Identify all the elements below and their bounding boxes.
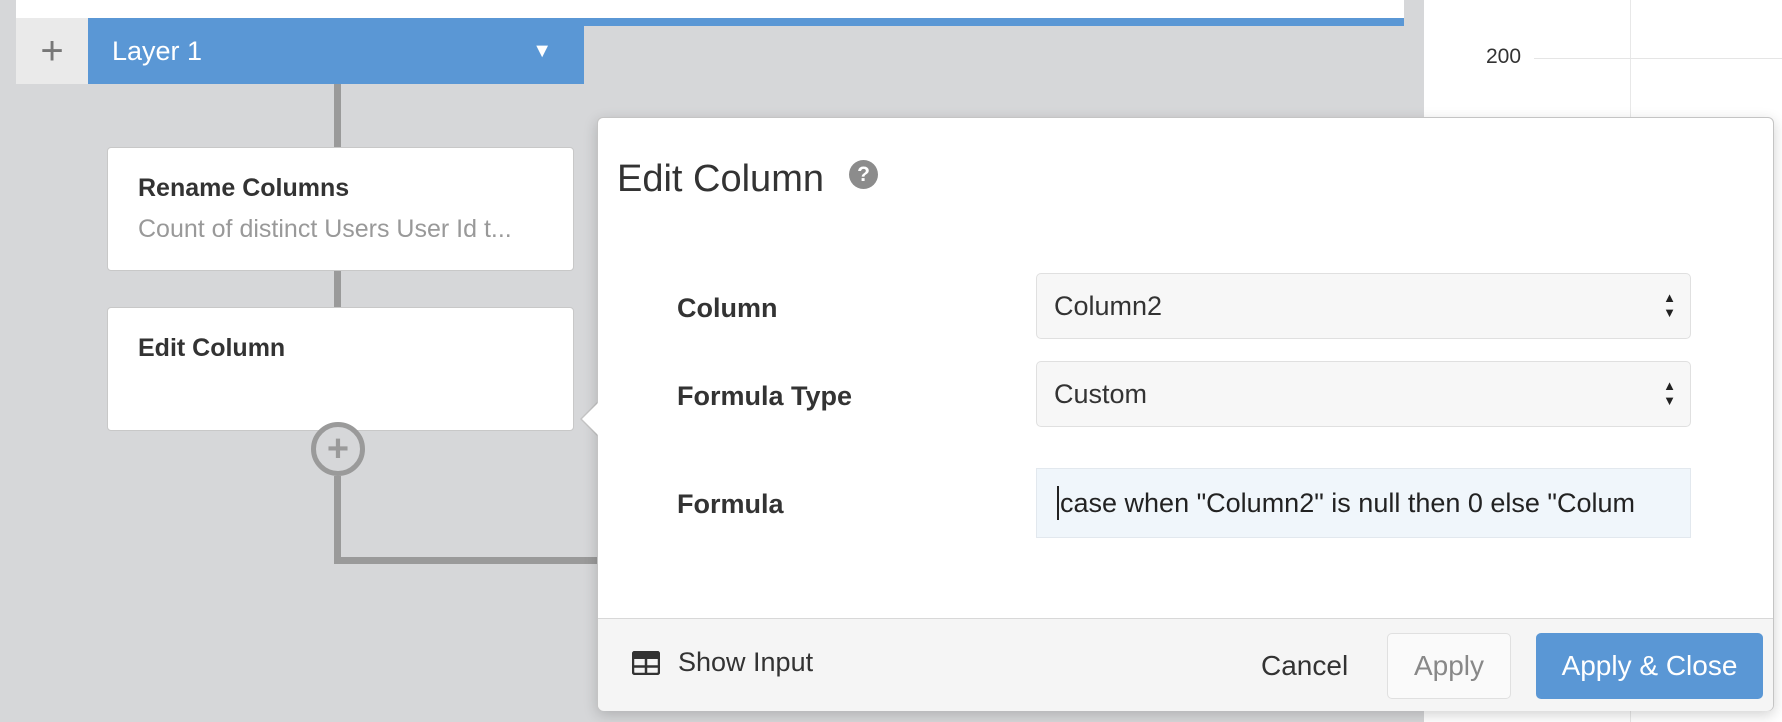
column-select[interactable]: Column2 ▲ ▼	[1036, 273, 1691, 339]
show-input-button[interactable]: Show Input	[632, 647, 813, 678]
select-arrows-icon: ▲ ▼	[1663, 378, 1676, 408]
chart-gridline	[1534, 58, 1782, 59]
step-edit-column[interactable]: Edit Column	[107, 307, 574, 431]
connector-line	[334, 84, 341, 147]
plus-icon: +	[40, 28, 64, 73]
select-arrows-icon: ▲ ▼	[1663, 290, 1676, 320]
step-title: Rename Columns	[138, 174, 350, 202]
formula-label: Formula	[677, 489, 784, 519]
table-icon	[632, 650, 660, 675]
layer-tab[interactable]: + Layer 1 ▼	[16, 18, 584, 84]
step-description: Count of distinct Users User Id t...	[138, 215, 512, 243]
popover-title: Edit Column	[617, 158, 824, 200]
connector-line	[334, 557, 600, 564]
text-caret	[1057, 486, 1059, 520]
step-title: Edit Column	[138, 334, 286, 362]
layer-selector[interactable]: Layer 1 ▼	[88, 18, 584, 84]
show-input-label: Show Input	[678, 647, 814, 677]
formula-input-value: case when "Column2" is null then 0 else …	[1060, 487, 1636, 518]
app-canvas: 200 + Layer 1 ▼ Rename Columns Count of …	[0, 0, 1782, 722]
apply-button[interactable]: Apply	[1387, 633, 1511, 699]
formula-type-label: Formula Type	[677, 381, 853, 411]
add-circle-icon: +	[326, 428, 350, 470]
apply-and-close-button[interactable]: Apply & Close	[1536, 633, 1763, 699]
layer-name-label: Layer 1	[112, 35, 203, 66]
formula-type-select[interactable]: Custom ▲ ▼	[1036, 361, 1691, 427]
popover-footer: Show Input Cancel Apply Apply & Close	[598, 618, 1773, 711]
caret-down-icon[interactable]: ▼	[532, 40, 552, 63]
connector-line	[334, 270, 341, 308]
column-label: Column	[677, 293, 778, 323]
connector-line	[334, 476, 341, 564]
add-step-button[interactable]: +	[311, 422, 365, 476]
chart-y-tick-label: 200	[1486, 45, 1522, 68]
formula-type-select-value: Custom	[1054, 378, 1148, 409]
step-rename-columns[interactable]: Rename Columns Count of distinct Users U…	[107, 147, 574, 271]
formula-input[interactable]: case when "Column2" is null then 0 else …	[1036, 468, 1691, 538]
column-select-value: Column2	[1054, 290, 1163, 321]
add-layer-button[interactable]: +	[16, 18, 88, 84]
popover-arrow-fill	[582, 401, 600, 437]
cancel-button[interactable]: Cancel	[1245, 633, 1364, 699]
help-icon[interactable]: ?	[849, 160, 878, 189]
edit-column-popover: Edit Column ? Column Column2 ▲ ▼ Formula …	[597, 117, 1774, 711]
